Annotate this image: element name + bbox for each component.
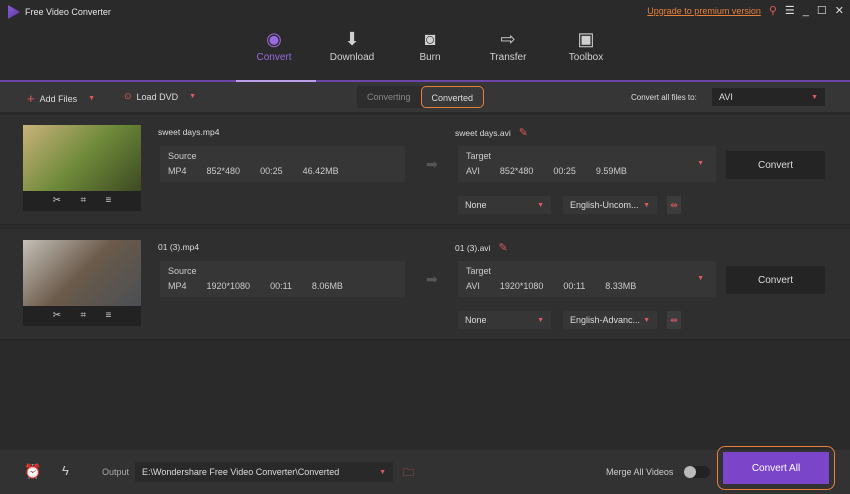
file-size: 46.42MB [302, 166, 339, 176]
resolution: 852*480 [206, 166, 241, 176]
source-filename: sweet days.mp4 [158, 127, 220, 137]
menu-icon[interactable]: ☰ [785, 4, 795, 17]
duration: 00:25 [553, 166, 576, 176]
edit-icon[interactable]: ✎ [519, 126, 528, 139]
target-filename-row: sweet days.avi ✎ [455, 126, 528, 139]
effects-icon[interactable]: ≡ [105, 310, 111, 321]
upgrade-link[interactable]: Upgrade to premium version [647, 6, 761, 16]
subtitle-select[interactable]: None ▼ [458, 311, 551, 329]
merge-label: Merge All Videos [606, 467, 674, 477]
chevron-down-icon: ▼ [643, 201, 650, 209]
video-thumbnail[interactable]: ✂ ⌗ ≡ [23, 240, 141, 326]
edit-icon[interactable]: ✎ [498, 241, 507, 254]
audio-select[interactable]: English-Advanc... ▼ [563, 311, 657, 329]
crop-icon[interactable]: ⌗ [80, 310, 86, 321]
tab-convert[interactable]: ◉ Convert [235, 22, 313, 80]
plus-icon: + [27, 91, 35, 106]
format: AVI [466, 281, 480, 291]
load-dvd-button[interactable]: ⊙ Load DVD ▼ [124, 91, 196, 102]
target-filename: 01 (3).avi [455, 242, 491, 253]
maximize-icon[interactable]: ☐ [817, 4, 827, 17]
source-filename: 01 (3).mp4 [158, 242, 200, 252]
chevron-down-icon: ▼ [379, 468, 386, 476]
convert-all-highlight: Convert All [717, 446, 835, 490]
convert-button[interactable]: Convert [726, 151, 825, 179]
tab-toolbox[interactable]: ▣ Toolbox [547, 22, 625, 80]
format: AVI [466, 166, 480, 176]
folder-icon[interactable]: 🗀 [403, 464, 414, 483]
tab-converting[interactable]: Converting [357, 86, 421, 108]
chevron-down-icon: ▼ [643, 316, 650, 324]
convert-button[interactable]: Convert [726, 266, 825, 294]
resolution: 1920*1080 [206, 281, 251, 291]
resolution: 1920*1080 [499, 281, 544, 291]
chevron-down-icon[interactable]: ▼ [88, 95, 95, 102]
video-thumbnail[interactable]: ✂ ⌗ ≡ [23, 125, 141, 211]
tab-download[interactable]: ⬇ Download [313, 22, 391, 80]
thumbnail-image [23, 125, 141, 191]
target-filename: sweet days.avi [455, 127, 511, 138]
trim-icon[interactable]: ✂ [53, 195, 61, 206]
file-size: 8.33MB [605, 281, 637, 291]
window-controls: Upgrade to premium version ⚲ ☰ _ ☐ ✕ [647, 4, 844, 18]
source-info: Source MP4 852*480 00:25 46.42MB [160, 146, 405, 182]
format-select[interactable]: AVI ▼ [712, 88, 825, 106]
file-row: ✂ ⌗ ≡ 01 (3).mp4 Source MP4 1920*1080 00:11 8… [0, 230, 850, 340]
duration: 00:11 [270, 281, 292, 291]
duration: 00:25 [260, 166, 283, 176]
main-nav: ◉ Convert ⬇ Download ◙ Burn ⇨ Transfer ▣ Tool… [235, 22, 625, 80]
target-info[interactable]: Target AVI 852*480 00:25 9.59MB ▼ [458, 146, 716, 182]
tab-converted[interactable]: Converted [420, 86, 485, 108]
effects-icon[interactable]: ≡ [105, 195, 111, 206]
trim-icon[interactable]: ✂ [53, 310, 61, 321]
chevron-down-icon[interactable]: ▼ [697, 275, 704, 282]
file-row: ✂ ⌗ ≡ sweet days.mp4 Source MP4 852*480 00:2… [0, 115, 850, 225]
source-info: Source MP4 1920*1080 00:11 8.06MB [160, 261, 405, 297]
app-title: Free Video Converter [8, 5, 111, 19]
add-files-button[interactable]: + Add Files ▼ [27, 91, 95, 106]
lightning-icon[interactable]: ϟ [62, 463, 69, 478]
output-label: Output [102, 467, 130, 477]
arrow-right-icon: ➡ [426, 156, 438, 172]
target-filename-row: 01 (3).avi ✎ [455, 241, 508, 254]
convert-all-label: Convert all files to: [631, 93, 697, 102]
alarm-clock-icon[interactable]: ⏰ [24, 463, 41, 480]
chevron-down-icon[interactable]: ▼ [697, 160, 704, 167]
merge-toggle[interactable] [684, 466, 710, 478]
arrow-right-icon: ➡ [426, 271, 438, 287]
tab-burn[interactable]: ◙ Burn [391, 22, 469, 80]
status-tabs: Converting Converted [357, 86, 485, 108]
audio-track-icon[interactable]: ⇹ [667, 311, 681, 329]
duration: 00:11 [563, 281, 586, 291]
thumbnail-image [23, 240, 141, 306]
close-icon[interactable]: ✕ [835, 4, 844, 17]
format: MP4 [168, 281, 187, 291]
output-path-select[interactable]: E:\Wondershare Free Video Converter\Conv… [135, 462, 393, 482]
audio-select[interactable]: English-Uncom... ▼ [563, 196, 657, 214]
download-icon: ⬇ [344, 29, 360, 49]
chevron-down-icon: ▼ [811, 93, 818, 101]
dvd-icon: ⊙ [124, 91, 132, 101]
app-logo-icon [8, 5, 20, 19]
format: MP4 [168, 166, 187, 176]
convert-icon: ◉ [266, 29, 282, 49]
tab-transfer[interactable]: ⇨ Transfer [469, 22, 547, 80]
file-size: 8.06MB [311, 281, 343, 291]
crop-icon[interactable]: ⌗ [80, 195, 86, 206]
convert-all-button[interactable]: Convert All [723, 452, 829, 484]
subtitle-select[interactable]: None ▼ [458, 196, 551, 214]
burn-icon: ◙ [424, 29, 436, 49]
chevron-down-icon: ▼ [537, 316, 544, 324]
transfer-icon: ⇨ [500, 29, 516, 49]
key-icon[interactable]: ⚲ [769, 4, 777, 17]
target-info[interactable]: Target AVI 1920*1080 00:11 8.33MB ▼ [458, 261, 716, 297]
minimize-icon[interactable]: _ [803, 5, 809, 17]
toolbox-icon: ▣ [577, 29, 595, 49]
file-size: 9.59MB [595, 166, 627, 176]
chevron-down-icon: ▼ [537, 201, 544, 209]
audio-track-icon[interactable]: ⇹ [667, 196, 681, 214]
resolution: 852*480 [499, 166, 534, 176]
chevron-down-icon[interactable]: ▼ [189, 93, 196, 100]
